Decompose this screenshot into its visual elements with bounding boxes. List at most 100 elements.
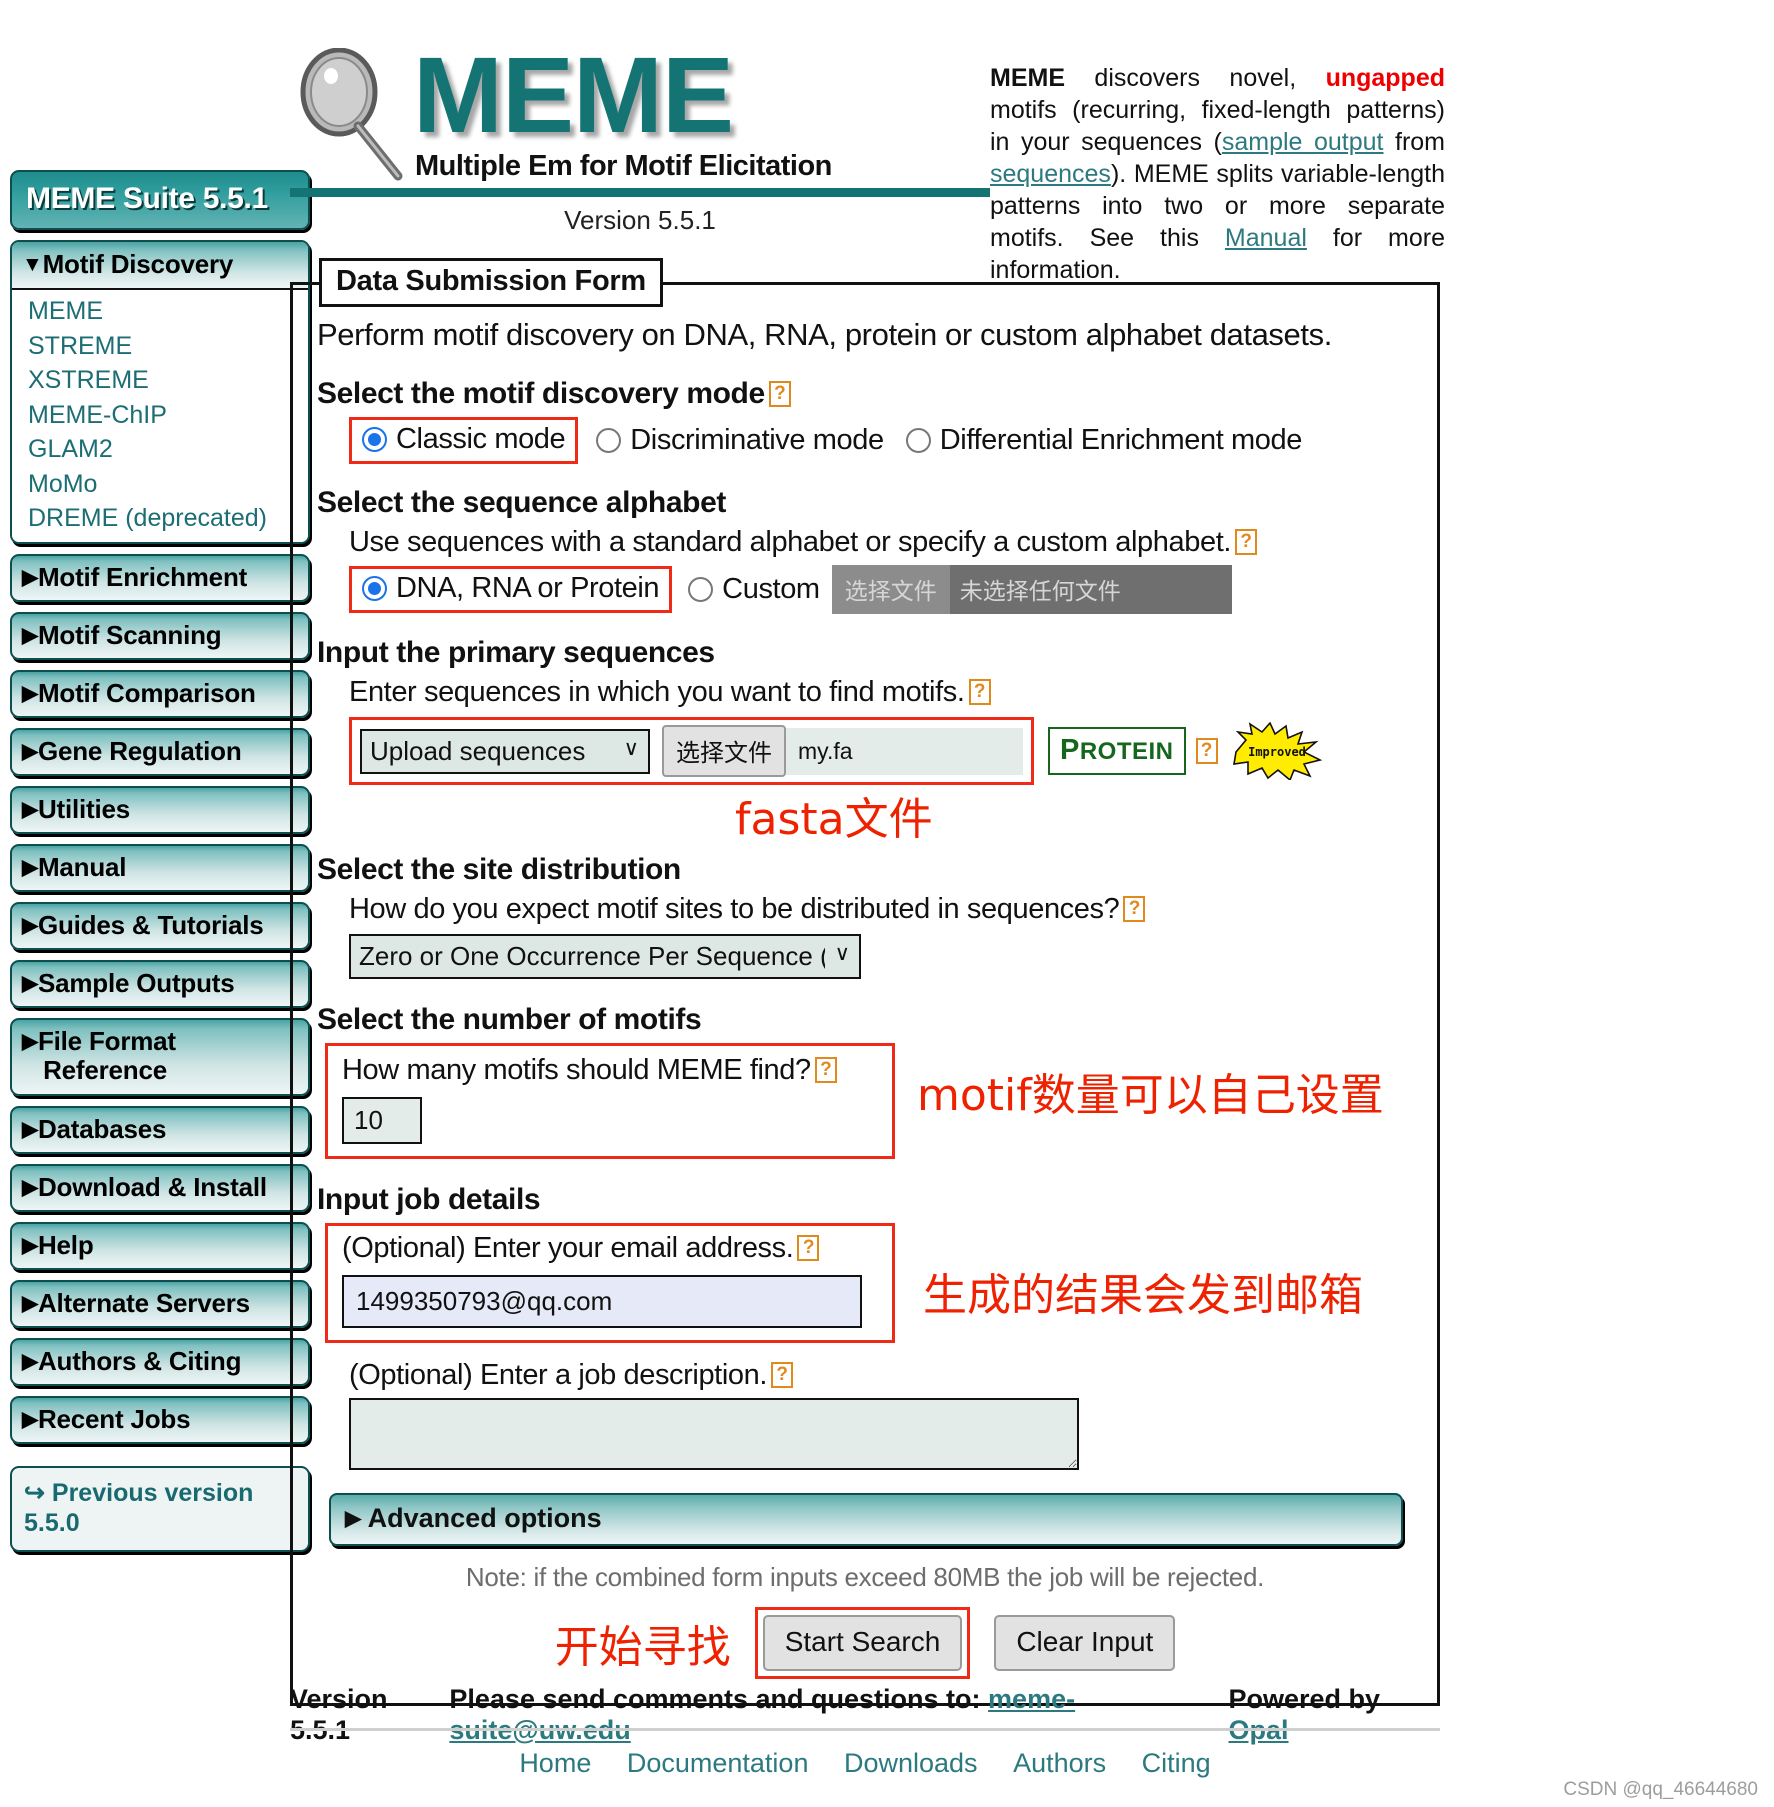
sidebar-item-meme-chip[interactable]: MEME-ChIP — [12, 398, 308, 433]
choose-file-button[interactable]: 选择文件 — [662, 725, 786, 777]
alphabet-options-row: DNA, RNA or Protein Custom 选择文件 未选择任何文件 — [349, 565, 1415, 614]
help-icon[interactable]: ? — [1235, 529, 1258, 555]
sidebar-item-label: Motif Comparison — [37, 677, 256, 708]
sidebar-item-alternate-servers[interactable]: ▶Alternate Servers — [10, 1279, 310, 1329]
sample-output-link[interactable]: sample output — [1222, 128, 1384, 156]
sidebar-item-authors-citing[interactable]: ▶Authors & Citing — [10, 1338, 310, 1387]
start-search-button[interactable]: Start Search — [762, 1615, 963, 1671]
footer-link-authors[interactable]: Authors — [1013, 1748, 1106, 1778]
manual-link[interactable]: Manual — [1225, 224, 1307, 252]
sidebar-group-header-motif-discovery[interactable]: ▼Motif Discovery — [12, 242, 308, 290]
footer-link-citing[interactable]: Citing — [1142, 1748, 1211, 1778]
footer-bar: Version 5.5.1 Please send comments and q… — [290, 1684, 1440, 1746]
radio-standard-label: DNA, RNA or Protein — [396, 572, 660, 604]
alphabet-sub-label: Use sequences with a standard alphabet o… — [349, 526, 1232, 558]
motif-count-highlight: How many motifs should MEME find?? — [325, 1043, 895, 1159]
chevron-right-icon: ▶ — [22, 739, 38, 763]
sidebar-item-momo[interactable]: MoMo — [12, 467, 308, 502]
desc-text-3: from — [1383, 128, 1445, 156]
custom-alphabet-file-input[interactable]: 选择文件 未选择任何文件 — [831, 565, 1232, 614]
help-icon[interactable]: ? — [771, 1362, 793, 1388]
help-icon[interactable]: ? — [797, 1235, 820, 1261]
radio-discriminative-mode[interactable]: Discriminative mode — [596, 424, 884, 457]
sequence-source-select[interactable]: Upload sequences — [360, 728, 650, 774]
section-heading-alphabet: Select the sequence alphabet — [317, 486, 726, 519]
desc-text-1: discovers novel, — [1065, 64, 1326, 92]
mode-options-row: Classic mode Discriminative mode Differe… — [349, 417, 1415, 464]
footer-link-downloads[interactable]: Downloads — [844, 1748, 978, 1778]
primary-input-highlight: Upload sequences 选择文件 my.fa — [349, 717, 1034, 785]
alphabet-standard-highlight: DNA, RNA or Protein — [349, 566, 673, 613]
chevron-right-icon: ▶ — [22, 1030, 38, 1054]
sidebar-item-motif-enrichment[interactable]: ▶Motif Enrichment — [10, 553, 310, 602]
form-size-note: Note: if the combined form inputs exceed… — [465, 1562, 1265, 1592]
sidebar-item-meme[interactable]: MEME — [12, 294, 308, 329]
primary-sub-text: Enter sequences in which you want to fin… — [349, 676, 1415, 709]
help-icon[interactable]: ? — [968, 679, 991, 705]
sidebar-group-motif-discovery: ▼Motif Discovery MEME STREME XSTREME MEM… — [10, 240, 310, 544]
sidebar-item-motif-comparison[interactable]: ▶Motif Comparison — [10, 669, 310, 718]
selected-file-name: my.fa — [786, 727, 1023, 775]
radio-on-icon — [362, 576, 387, 601]
motif-count-input[interactable] — [342, 1097, 422, 1144]
radio-off-icon — [905, 428, 931, 453]
sidebar-item-label: Databases — [37, 1113, 167, 1144]
watermark: CSDN @qq_46644680 — [1563, 1779, 1758, 1800]
sidebar-item-recent-jobs[interactable]: ▶Recent Jobs — [10, 1396, 310, 1445]
sidebar-previous-version[interactable]: ↪ Previous version 5.5.0 — [10, 1466, 310, 1553]
sidebar-item-help[interactable]: ▶Help — [10, 1221, 310, 1270]
sequences-link[interactable]: sequences — [990, 160, 1111, 188]
sidebar-item-dreme[interactable]: DREME (deprecated) — [12, 501, 308, 536]
radio-differential-label: Differential Enrichment mode — [939, 424, 1303, 456]
site-distribution-sub-text: How do you expect motif sites to be dist… — [349, 893, 1415, 926]
annotation-email: 生成的结果会发到邮箱 — [923, 1270, 1363, 1321]
sidebar-item-streme[interactable]: STREME — [12, 329, 308, 364]
chevron-right-icon: ▶ — [22, 623, 38, 647]
choose-file-button-disabled: 选择文件 — [831, 565, 950, 614]
advanced-options-toggle[interactable]: ▶ Advanced options — [329, 1493, 1403, 1546]
radio-discriminative-label: Discriminative mode — [630, 424, 884, 456]
chevron-right-icon: ▶ — [22, 972, 38, 996]
sidebar-item-download-install[interactable]: ▶Download & Install — [10, 1163, 310, 1212]
sidebar-item-file-format-reference[interactable]: ▶File Format Reference — [10, 1018, 310, 1096]
sidebar-item-label: Alternate Servers — [37, 1287, 250, 1318]
alphabet-badge-protein: PROTEIN — [1048, 727, 1186, 775]
sequence-source-select-wrap: Upload sequences — [360, 728, 650, 774]
help-icon[interactable]: ? — [1195, 738, 1218, 764]
chevron-right-icon: ▶ — [22, 1350, 38, 1374]
meme-logo-subtitle: Multiple Em for Motif Elicitation — [415, 150, 832, 182]
sidebar-item-utilities[interactable]: ▶Utilities — [10, 785, 310, 835]
sidebar-item-databases[interactable]: ▶Databases — [10, 1105, 310, 1154]
radio-custom-alphabet[interactable]: Custom — [688, 573, 820, 606]
chevron-right-icon: ▶ — [22, 1408, 38, 1432]
sidebar-item-label: Recent Jobs — [37, 1404, 191, 1435]
sidebar-item-manual[interactable]: ▶Manual — [10, 844, 310, 893]
footer-link-home[interactable]: Home — [519, 1748, 591, 1778]
alphabet-sub-text: Use sequences with a standard alphabet o… — [349, 526, 1415, 559]
chevron-right-icon: ▶ — [22, 1175, 38, 1199]
sidebar-item-guides-tutorials[interactable]: ▶Guides & Tutorials — [10, 902, 310, 951]
job-description-textarea[interactable] — [349, 1398, 1079, 1470]
section-heading-mode: Select the motif discovery mode? — [317, 377, 1415, 411]
sidebar-item-sample-outputs[interactable]: ▶Sample Outputs — [10, 960, 310, 1009]
start-search-highlight: Start Search — [754, 1607, 971, 1679]
email-input[interactable] — [342, 1275, 862, 1328]
footer-link-documentation[interactable]: Documentation — [627, 1748, 809, 1778]
section-heading-job-details: Input job details — [317, 1183, 541, 1216]
chevron-right-icon: ▶ — [345, 1507, 362, 1530]
help-icon[interactable]: ? — [814, 1057, 837, 1083]
radio-classic-mode[interactable]: Classic mode — [362, 423, 566, 455]
help-icon[interactable]: ? — [768, 381, 791, 407]
site-distribution-select[interactable]: Zero or One Occurrence Per Sequence (zoo… — [349, 934, 861, 979]
sidebar-item-gene-regulation[interactable]: ▶Gene Regulation — [10, 727, 310, 776]
chevron-right-icon: ▶ — [22, 1291, 38, 1315]
sidebar-item-glam2[interactable]: GLAM2 — [12, 432, 308, 467]
sidebar-item-motif-scanning[interactable]: ▶Motif Scanning — [10, 611, 310, 660]
clear-input-button[interactable]: Clear Input — [994, 1615, 1176, 1671]
radio-dna-rna-protein[interactable]: DNA, RNA or Protein — [362, 572, 660, 604]
improved-badge: Improved — [1230, 721, 1326, 782]
sidebar-item-label: File Format Reference — [37, 1026, 176, 1086]
help-icon[interactable]: ? — [1123, 896, 1146, 922]
radio-differential-mode[interactable]: Differential Enrichment mode — [905, 424, 1303, 457]
sidebar-item-xstreme[interactable]: XSTREME — [12, 363, 308, 398]
